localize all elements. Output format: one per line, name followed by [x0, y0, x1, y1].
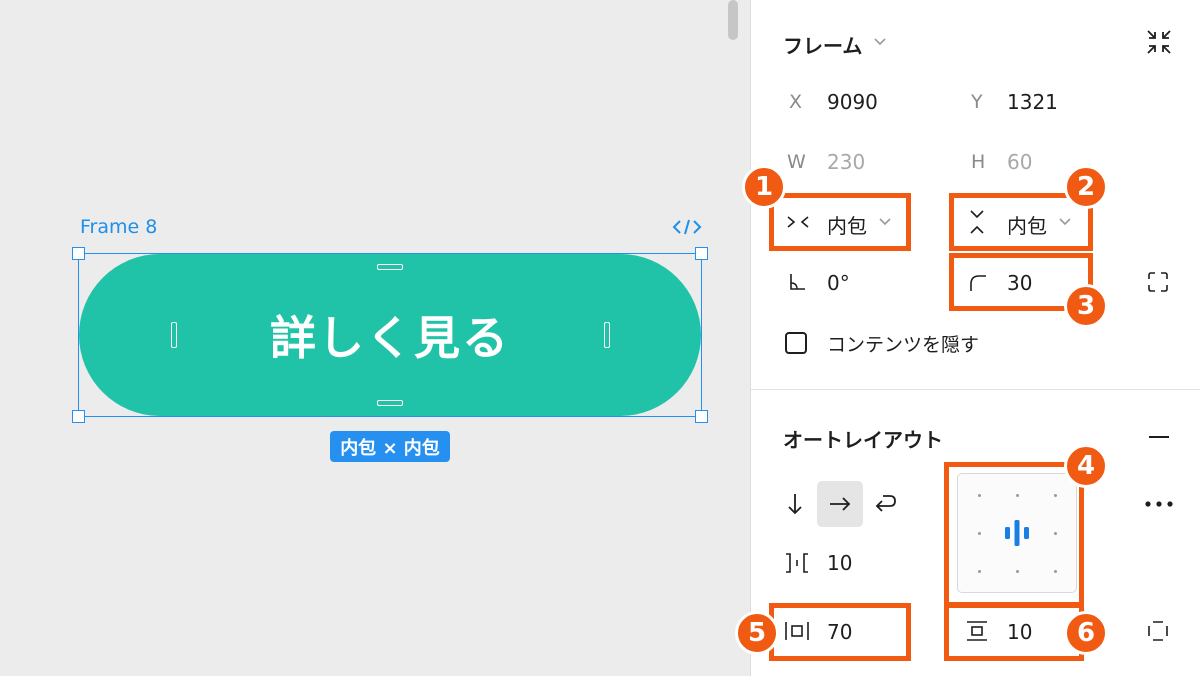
- down-arrow-icon[interactable]: [787, 492, 803, 516]
- h-input[interactable]: 60: [1007, 150, 1032, 174]
- rotation-input[interactable]: 0°: [827, 271, 850, 295]
- annotation-number-3: 3: [1064, 284, 1108, 328]
- rotation-icon: [790, 274, 805, 290]
- x-input[interactable]: 9090: [827, 90, 878, 114]
- highlight-width-sizing: [769, 193, 911, 251]
- annotation-number-2: 2: [1064, 165, 1108, 209]
- y-input[interactable]: 1321: [1007, 90, 1058, 114]
- highlight-horizontal-padding: [769, 603, 911, 661]
- w-label: W: [787, 151, 806, 173]
- more-options-icon[interactable]: [1144, 500, 1174, 508]
- annotation-number-1: 1: [742, 165, 786, 209]
- properties-panel: フレーム X 9090 Y 1321 W 230 H 60 内包 内包 0° 3: [735, 0, 1200, 676]
- w-input[interactable]: 230: [827, 150, 865, 174]
- resize-handle-bottom-right[interactable]: [695, 410, 708, 423]
- h-label: H: [971, 151, 986, 173]
- x-label: X: [789, 91, 803, 113]
- padding-top-handle[interactable]: [377, 264, 403, 270]
- clip-content-label[interactable]: コンテンツを隠す: [827, 330, 979, 357]
- resize-handle-top-left[interactable]: [72, 247, 85, 260]
- padding-bottom-handle[interactable]: [377, 400, 403, 406]
- padding-right-handle[interactable]: [604, 322, 610, 348]
- highlight-vertical-padding: [944, 603, 1084, 661]
- size-badge: 内包 × 内包: [330, 431, 450, 462]
- independent-corners-icon[interactable]: [1147, 271, 1169, 293]
- wrap-icon[interactable]: [873, 492, 897, 514]
- chevron-down-icon[interactable]: [872, 36, 888, 48]
- auto-layout-section-title: オートレイアウト: [783, 428, 943, 452]
- individual-padding-icon[interactable]: [1147, 620, 1169, 642]
- highlight-alignment: [944, 462, 1084, 607]
- right-arrow-icon[interactable]: [828, 496, 852, 512]
- resize-handle-top-right[interactable]: [695, 247, 708, 260]
- collapse-icon[interactable]: [1145, 28, 1173, 56]
- annotation-number-6: 6: [1064, 611, 1108, 655]
- gap-input[interactable]: 10: [827, 551, 852, 575]
- canvas-scrollbar[interactable]: [728, 0, 738, 40]
- annotation-number-4: 4: [1064, 444, 1108, 488]
- frame-name-label[interactable]: Frame 8: [80, 216, 157, 238]
- gap-icon: [786, 553, 808, 573]
- section-divider: [751, 389, 1200, 390]
- code-icon[interactable]: [672, 217, 702, 237]
- remove-auto-layout-icon[interactable]: [1149, 436, 1169, 438]
- frame-section-title[interactable]: フレーム: [783, 30, 862, 59]
- resize-handle-bottom-left[interactable]: [72, 410, 85, 423]
- annotation-number-5: 5: [735, 611, 779, 655]
- y-label: Y: [971, 91, 983, 113]
- clip-content-checkbox[interactable]: [785, 332, 807, 354]
- padding-left-handle[interactable]: [171, 322, 177, 348]
- design-canvas[interactable]: Frame 8 詳しく見る 内包 × 内包: [0, 0, 750, 676]
